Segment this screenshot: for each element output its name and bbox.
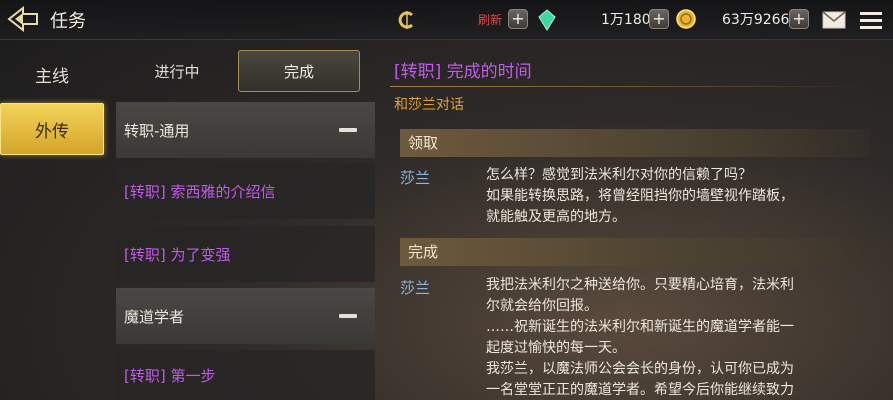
- dialog-line: 一名堂堂正正的魔道学者。希望今后你能继续致力: [486, 382, 794, 398]
- speaker-name: 莎兰: [400, 169, 431, 187]
- quest-group[interactable]: 魔道学者: [116, 288, 375, 344]
- dialog-text: 我把法米利尔之种送给你。只要精心培育，法米利 尔就会给你回报。 ……祝新诞生的法…: [486, 275, 816, 400]
- section-header-complete: 完成: [400, 238, 870, 266]
- quest-item-label: [转职] 索西雅的介绍信: [124, 182, 276, 201]
- quest-item[interactable]: [转职] 第一步: [116, 350, 375, 400]
- dialog-line: 怎么样？感觉到法米利尔对你的信赖了吗？: [486, 167, 752, 183]
- speaker-name: 莎兰: [400, 279, 431, 297]
- section-header-accept: 领取: [400, 129, 870, 157]
- quest-group-label: 魔道学者: [124, 307, 185, 326]
- dialog-line: 尔就会给你回报。: [486, 298, 598, 314]
- quest-item[interactable]: [转职] 为了变强: [116, 226, 375, 282]
- collapse-icon[interactable]: [339, 128, 357, 132]
- quest-item-label: [转职] 为了变强: [124, 245, 231, 264]
- dialog-line: 如果能转换思路，将曾经阻挡你的墙壁视作踏板，: [486, 188, 794, 204]
- quest-item[interactable]: [转职] 索西雅的介绍信: [116, 163, 375, 219]
- menu-icon[interactable]: [860, 11, 882, 29]
- dialog-line: 就能触及更高的地方。: [486, 209, 626, 225]
- quest-objective: 和莎兰对话: [394, 97, 464, 113]
- mail-icon[interactable]: [822, 11, 846, 29]
- refresh-plus-button[interactable]: +: [508, 9, 528, 29]
- currency2-plus-button[interactable]: +: [789, 9, 809, 29]
- tab-main-story[interactable]: 主线: [0, 48, 104, 100]
- cycle-icon[interactable]: [398, 10, 416, 30]
- tab-side-story[interactable]: 外传: [0, 103, 104, 155]
- quest-item-label: [转职] 第一步: [124, 366, 216, 385]
- dialog-line: 我莎兰，以魔法师公会会长的身份，认可你已成为: [486, 361, 794, 377]
- page-title: 任务: [50, 11, 86, 32]
- dialog-line: 我把法米利尔之种送给你。只要精心培育，法米利: [486, 277, 794, 293]
- tab-in-progress[interactable]: 进行中: [116, 50, 238, 92]
- collapse-icon[interactable]: [339, 314, 357, 318]
- refresh-label[interactable]: 刷新: [478, 11, 502, 28]
- gem-icon: [538, 9, 556, 31]
- dialog-text: 怎么样？感觉到法米利尔对你的信赖了吗？ 如果能转换思路，将曾经阻挡你的墙壁视作踏…: [486, 165, 816, 228]
- back-button[interactable]: [4, 4, 44, 34]
- dialog-line: ……祝新诞生的法米利尔和新诞生的魔道学者能一: [486, 319, 794, 335]
- quest-group-label: 转职-通用: [124, 121, 190, 140]
- currency1-amount: 1万180: [601, 12, 651, 28]
- tab-completed[interactable]: 完成: [238, 50, 360, 92]
- currency1-plus-button[interactable]: +: [649, 9, 669, 29]
- quest-group[interactable]: 转职-通用: [116, 102, 375, 158]
- back-arrow-icon: [7, 6, 38, 32]
- divider: [390, 86, 870, 87]
- gold-coin-icon: [676, 9, 696, 29]
- quest-detail-title: [转职] 完成的时间: [394, 62, 532, 82]
- top-bar: 任务 刷新 + 1万180 + 63万9266 +: [0, 0, 893, 40]
- dialog-line: 起度过愉快的每一天。: [486, 340, 626, 356]
- currency2-amount: 63万9266: [722, 12, 790, 28]
